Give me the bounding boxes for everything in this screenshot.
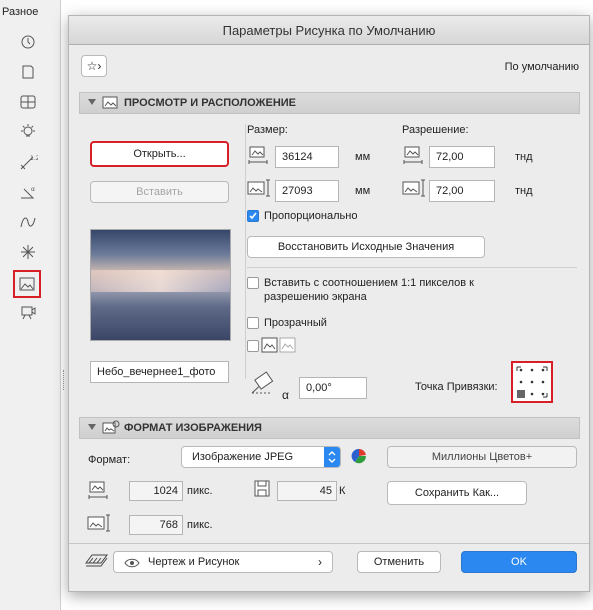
angle-field[interactable]: 0,00°: [299, 377, 367, 399]
chevron-right-icon: ›: [318, 555, 322, 569]
eye-icon: [124, 558, 140, 568]
filesize-unit: К: [339, 485, 346, 497]
angle-dimension-tool-icon[interactable]: α: [15, 180, 41, 204]
dimension-tool-icon[interactable]: 1.2: [15, 150, 41, 174]
resolution-v-icon: [402, 179, 425, 197]
cancel-button[interactable]: Отменить: [357, 551, 441, 573]
favorites-button[interactable]: ☆›: [81, 55, 107, 77]
format-select[interactable]: Изображение JPEG: [181, 446, 341, 468]
image-format-icon: [102, 420, 120, 434]
camera-tool-icon[interactable]: [15, 300, 41, 324]
pixel-height-field: 768: [129, 515, 183, 535]
format-label: Формат:: [88, 454, 131, 466]
spline-tool-icon[interactable]: [15, 210, 41, 234]
default-label: По умолчанию: [504, 61, 579, 73]
toolbox-title: Разное: [2, 6, 39, 18]
paste-button[interactable]: Вставить: [90, 181, 229, 203]
proportional-label: Пропорционально: [264, 210, 358, 222]
filesize-disk-icon: [254, 480, 270, 497]
dialog-titlebar[interactable]: Параметры Рисунка по Умолчанию: [69, 16, 589, 45]
save-as-button[interactable]: Сохранить Как...: [387, 481, 527, 505]
resolution-v-field[interactable]: 72,00: [429, 180, 495, 202]
proportional-checkbox[interactable]: [247, 210, 259, 222]
figure-settings-dialog: Параметры Рисунка по Умолчанию ☆› По умо…: [68, 15, 590, 592]
chevron-updown-icon: [324, 447, 340, 467]
filesize-field: 45: [277, 481, 337, 501]
insert-1to1-label: Вставить с соотношением 1:1 пикселов к р…: [264, 277, 474, 303]
layer-select-value: Чертеж и Рисунок: [148, 556, 240, 568]
image-section-icon: [102, 96, 118, 109]
svg-text:1.2: 1.2: [30, 155, 38, 162]
anchor-label: Точка Привязки:: [415, 381, 498, 393]
anchor-point-selector[interactable]: [511, 361, 553, 403]
lamp-tool-icon[interactable]: [15, 120, 41, 144]
marker-tool-icon[interactable]: [15, 30, 41, 54]
resolution-h-field[interactable]: 72,00: [429, 146, 495, 168]
section-image-format[interactable]: ФОРМАТ ИЗОБРАЖЕНИЯ: [79, 417, 580, 439]
transparent-label: Прозрачный: [264, 317, 327, 329]
hotspot-tool-icon[interactable]: [15, 240, 41, 264]
colors-button[interactable]: Миллионы Цветов+: [387, 446, 577, 468]
ok-button[interactable]: OK: [461, 551, 577, 573]
mirror-checkbox[interactable]: [247, 340, 259, 352]
door-tool-icon[interactable]: [15, 60, 41, 84]
height-unit: мм: [355, 185, 371, 197]
svg-text:α: α: [31, 186, 35, 193]
color-wheel-icon: [351, 448, 366, 464]
pixel-width-unit: пикс.: [187, 485, 213, 497]
format-select-value: Изображение JPEG: [192, 451, 294, 463]
pixel-height-unit: пикс.: [187, 519, 213, 531]
resolution-h-icon: [403, 146, 423, 164]
collapse-triangle-icon[interactable]: [88, 99, 96, 105]
anchor-grid-icon: [516, 366, 548, 398]
height-icon: [247, 179, 270, 197]
filename-field[interactable]: Небо_вечернее1_фото: [90, 361, 229, 383]
resolution-h-unit: тнд: [515, 151, 533, 163]
section-preview-placement[interactable]: ПРОСМОТР И РАСПОЛОЖЕНИЕ: [79, 92, 580, 114]
pixel-width-field: 1024: [129, 481, 183, 501]
pixel-width-icon: [88, 481, 108, 499]
section-title: ПРОСМОТР И РАСПОЛОЖЕНИЕ: [124, 97, 297, 109]
width-field[interactable]: 36124: [275, 146, 339, 168]
divider: [69, 543, 589, 544]
layers-icon: [85, 554, 108, 567]
figure-tool-icon[interactable]: [13, 270, 41, 298]
collapse-triangle-icon[interactable]: [88, 424, 96, 430]
mirror-image-icon: [261, 337, 296, 353]
dialog-title: Параметры Рисунка по Умолчанию: [222, 23, 436, 38]
insert-1to1-checkbox[interactable]: [247, 277, 259, 289]
divider: [245, 124, 246, 379]
section-title: ФОРМАТ ИЗОБРАЖЕНИЯ: [124, 422, 262, 434]
restore-defaults-button[interactable]: Восстановить Исходные Значения: [247, 236, 485, 258]
resolution-label: Разрешение:: [402, 124, 469, 136]
image-preview: [90, 229, 231, 341]
transparent-checkbox[interactable]: [247, 317, 259, 329]
checkmark-icon: [249, 212, 257, 220]
layer-select[interactable]: Чертеж и Рисунок ›: [113, 551, 333, 573]
width-icon: [248, 146, 268, 164]
toolbox-panel: Разное 1.2 α: [0, 0, 61, 610]
size-label: Размер:: [247, 124, 288, 136]
width-unit: мм: [355, 151, 371, 163]
divider: [247, 267, 577, 268]
height-field[interactable]: 27093: [275, 180, 339, 202]
resolution-v-unit: тнд: [515, 185, 533, 197]
grid-tool-icon[interactable]: [15, 90, 41, 114]
angle-symbol: α: [282, 388, 289, 402]
open-button[interactable]: Открыть...: [90, 141, 229, 167]
pixel-height-icon: [87, 514, 110, 532]
